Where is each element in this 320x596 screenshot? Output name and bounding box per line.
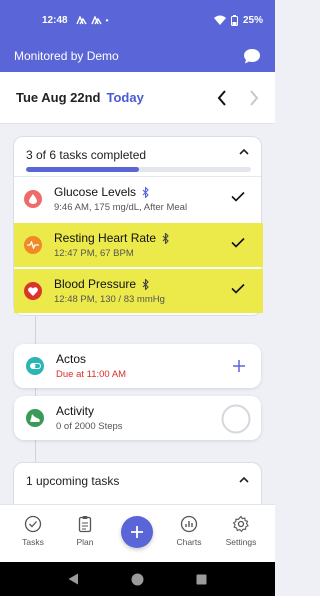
wifi-icon	[213, 15, 226, 25]
checkmark-icon	[231, 237, 245, 248]
chat-bubble-icon[interactable]	[243, 47, 261, 65]
check-circle-icon	[24, 515, 42, 533]
home-icon[interactable]	[131, 573, 144, 586]
activity-name: Activity	[56, 404, 95, 418]
date-bar: Tue Aug 22nd Today	[0, 72, 275, 124]
progress-ring-icon[interactable]	[221, 404, 251, 434]
checkmark-icon	[231, 191, 245, 202]
task-blood-pressure[interactable]: Blood Pressure 12:48 PM, 130 / 83 mmHg	[14, 269, 263, 313]
activity-card[interactable]: Activity 0 of 2000 Steps	[14, 396, 261, 440]
current-date: Tue Aug 22nd	[16, 90, 101, 105]
bluetooth-icon	[142, 186, 149, 198]
add-icon[interactable]	[233, 360, 245, 372]
app-notification-icon	[75, 15, 87, 24]
tab-plan[interactable]: Plan	[60, 515, 110, 547]
progress-bar	[26, 167, 251, 172]
previous-day-icon[interactable]	[217, 89, 227, 106]
tab-tasks[interactable]: Tasks	[8, 515, 58, 547]
tab-label: Charts	[176, 537, 202, 547]
heart-pulse-icon	[24, 236, 42, 254]
header-title: Monitored by Demo	[14, 49, 119, 63]
notification-icons: •	[75, 15, 109, 25]
status-time: 12:48	[42, 14, 68, 26]
task-detail: 9:46 AM, 175 mg/dL, After Meal	[54, 202, 188, 213]
tab-charts[interactable]: Charts	[164, 515, 214, 547]
task-list: Glucose Levels 9:46 AM, 175 mg/dL, After…	[13, 176, 263, 316]
tab-label: Plan	[76, 537, 94, 547]
progress-fill	[26, 167, 139, 172]
tab-settings[interactable]: Settings	[216, 515, 266, 547]
activity-steps: 0 of 2000 Steps	[56, 421, 123, 432]
pill-icon	[26, 357, 44, 375]
clipboard-icon	[78, 516, 92, 533]
task-detail: 12:47 PM, 67 BPM	[54, 248, 134, 259]
task-name: Glucose Levels	[54, 185, 137, 199]
upcoming-tasks-label: 1 upcoming tasks	[26, 474, 120, 488]
battery-icon	[230, 14, 238, 26]
today-link[interactable]: Today	[107, 90, 144, 105]
status-bar: 12:48 • 25%	[0, 0, 275, 40]
app-header: Monitored by Demo	[0, 40, 275, 72]
progress-card[interactable]: 3 of 6 tasks completed	[13, 136, 262, 176]
recents-icon[interactable]	[196, 574, 207, 585]
bottom-tab-bar: Tasks Plan Charts Settings	[0, 504, 275, 562]
task-name: Blood Pressure	[54, 277, 137, 291]
bluetooth-icon	[162, 232, 169, 244]
bluetooth-icon	[142, 278, 149, 290]
tasks-summary: 3 of 6 tasks completed	[26, 148, 147, 162]
plus-icon	[131, 526, 143, 538]
blood-drop-icon	[24, 190, 42, 208]
bar-chart-icon	[180, 515, 198, 533]
medication-name: Actos	[56, 352, 87, 366]
battery-level: 25%	[242, 14, 263, 26]
medication-card[interactable]: Actos Due at 11:00 AM	[14, 344, 261, 388]
tab-label: Settings	[225, 537, 257, 547]
task-glucose-levels[interactable]: Glucose Levels 9:46 AM, 175 mg/dL, After…	[14, 177, 263, 221]
upcoming-tasks-card[interactable]: 1 upcoming tasks	[13, 462, 262, 508]
add-button[interactable]	[121, 516, 153, 548]
dot-icon: •	[105, 15, 109, 25]
shoe-icon	[26, 409, 44, 427]
back-icon[interactable]	[68, 573, 79, 585]
system-nav-bar	[0, 562, 275, 596]
task-detail: 12:48 PM, 130 / 83 mmHg	[54, 294, 165, 305]
medication-due: Due at 11:00 AM	[56, 369, 127, 380]
tab-label: Tasks	[22, 537, 44, 547]
heart-icon	[24, 282, 42, 300]
task-resting-heart-rate[interactable]: Resting Heart Rate 12:47 PM, 67 BPM	[14, 223, 263, 267]
chevron-up-icon[interactable]	[239, 148, 249, 155]
task-name: Resting Heart Rate	[54, 231, 157, 245]
app-notification-icon	[90, 15, 102, 24]
next-day-icon	[250, 89, 259, 106]
gear-icon	[232, 515, 249, 533]
checkmark-icon	[231, 283, 245, 294]
chevron-up-icon[interactable]	[239, 476, 249, 483]
